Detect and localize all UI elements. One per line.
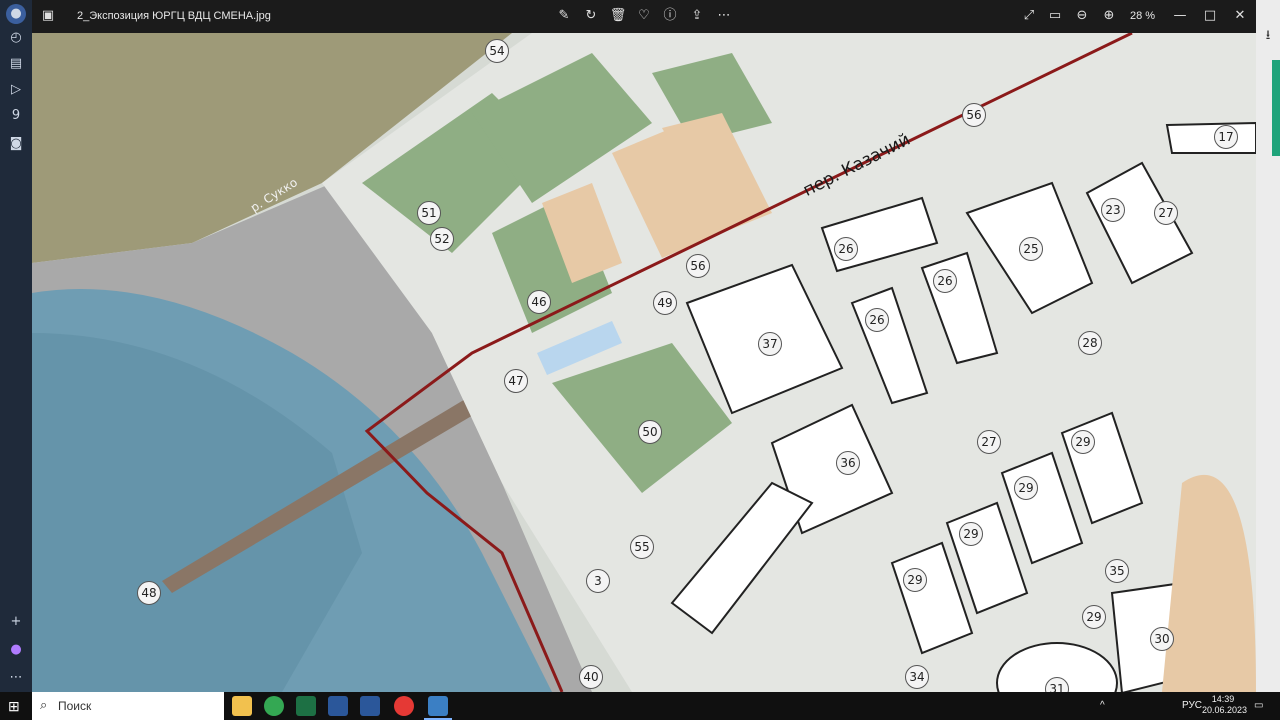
close-icon[interactable]: ✕	[1230, 6, 1250, 26]
pages-icon[interactable]: ▤	[6, 54, 26, 74]
more-icon[interactable]: ⋯	[6, 668, 26, 688]
more-icon[interactable]: ⋯	[714, 6, 734, 26]
photos-taskbar-icon[interactable]	[428, 696, 448, 716]
taskbar: ⊞ ⌕ Поиск ^ РУС 14:39 20.06.2023 ▭	[0, 692, 1280, 720]
title-bar: ▣ 2_Экспозиция ЮРГЦ ВДЦ СМЕНА.jpg ✎ ↻ 🗑 …	[32, 0, 1256, 33]
clock[interactable]: 14:39 20.06.2023	[1202, 694, 1248, 716]
photos-app-icon: ▣	[41, 8, 55, 23]
maximize-icon[interactable]: □	[1200, 6, 1220, 26]
info-icon[interactable]: ⓘ	[660, 6, 680, 26]
marker-26-a: 26	[834, 237, 858, 261]
clock-date: 20.06.2023	[1202, 705, 1248, 715]
zoom-in-icon[interactable]: ⊕	[1099, 6, 1119, 26]
marker-29-a: 29	[1071, 430, 1095, 454]
app-icon[interactable]: ●	[6, 4, 26, 24]
zoom-level[interactable]: 28 %	[1130, 10, 1155, 22]
site-plan-image	[32, 33, 1256, 692]
marker-34: 34	[905, 665, 929, 689]
app9-icon[interactable]: 9	[6, 106, 26, 126]
marker-46: 46	[527, 290, 551, 314]
marker-29-b: 29	[1014, 476, 1038, 500]
left-rail: ● ◴ ▤ ▷ 9 ◙ + ● ⋯	[0, 0, 32, 692]
marker-48: 48	[137, 581, 161, 605]
chrome-icon[interactable]	[264, 696, 284, 716]
edit-icon[interactable]: ✎	[554, 6, 574, 26]
windows-start-icon[interactable]: ⊞	[8, 698, 24, 714]
file-explorer-icon[interactable]	[232, 696, 252, 716]
play-icon[interactable]: ▷	[6, 80, 26, 100]
notifications-icon[interactable]: ▭	[1254, 700, 1263, 711]
marker-29-c: 29	[959, 522, 983, 546]
marker-25: 25	[1019, 237, 1043, 261]
minimize-icon[interactable]: —	[1170, 6, 1190, 26]
marker-3: 3	[586, 569, 610, 593]
search-placeholder: Поиск	[58, 699, 92, 713]
taskbar-search[interactable]: ⌕ Поиск	[32, 692, 224, 720]
language-indicator[interactable]: РУС	[1182, 700, 1202, 711]
marker-54: 54	[485, 39, 509, 63]
marker-47: 47	[504, 369, 528, 393]
marker-23: 23	[1101, 198, 1125, 222]
excel-icon[interactable]	[296, 696, 316, 716]
image-viewer[interactable]: пер. Казачий р. Сукко 54 56 51 52 56 49 …	[32, 33, 1256, 692]
zoom-out-icon[interactable]: ⊖	[1072, 6, 1092, 26]
word-icon-2[interactable]	[360, 696, 380, 716]
marker-49: 49	[653, 291, 677, 315]
tray-chevron-icon[interactable]: ^	[1100, 700, 1105, 711]
marker-26-c: 26	[865, 308, 889, 332]
marker-37: 37	[758, 332, 782, 356]
fit-icon[interactable]: ▭	[1045, 6, 1065, 26]
marker-17: 17	[1214, 125, 1238, 149]
marker-56-top: 56	[962, 103, 986, 127]
clock-time: 14:39	[1211, 694, 1235, 704]
share-icon[interactable]: ⇪	[687, 6, 707, 26]
right-rail: ⭳	[1256, 0, 1280, 692]
camera-icon[interactable]: ◙	[6, 134, 26, 154]
marker-51: 51	[417, 201, 441, 225]
marker-26-b: 26	[933, 269, 957, 293]
scroll-indicator[interactable]	[1272, 60, 1280, 156]
marker-40: 40	[579, 665, 603, 689]
word-icon[interactable]	[328, 696, 348, 716]
marker-27: 27	[977, 430, 1001, 454]
marker-30: 30	[1150, 627, 1174, 651]
delete-icon[interactable]: 🗑	[608, 6, 628, 26]
marker-52: 52	[430, 227, 454, 251]
marker-29-e: 29	[1082, 605, 1106, 629]
search-icon: ⌕	[40, 698, 48, 713]
favorite-icon[interactable]: ♡	[634, 6, 654, 26]
marker-55: 55	[630, 535, 654, 559]
expand-icon[interactable]: ⤢	[1019, 6, 1039, 26]
alice-icon[interactable]: ●	[6, 640, 26, 660]
marker-56: 56	[686, 254, 710, 278]
window-title: 2_Экспозиция ЮРГЦ ВДЦ СМЕНА.jpg	[77, 10, 271, 22]
marker-27-top: 27	[1154, 201, 1178, 225]
marker-35: 35	[1105, 559, 1129, 583]
marker-28: 28	[1078, 331, 1102, 355]
history-icon[interactable]: ◴	[6, 28, 26, 48]
marker-29-d: 29	[903, 568, 927, 592]
marker-36: 36	[836, 451, 860, 475]
rotate-icon[interactable]: ↻	[581, 6, 601, 26]
download-icon[interactable]: ⭳	[1258, 26, 1278, 46]
add-icon[interactable]: +	[6, 612, 26, 632]
yandex-browser-icon[interactable]	[394, 696, 414, 716]
marker-50: 50	[638, 420, 662, 444]
